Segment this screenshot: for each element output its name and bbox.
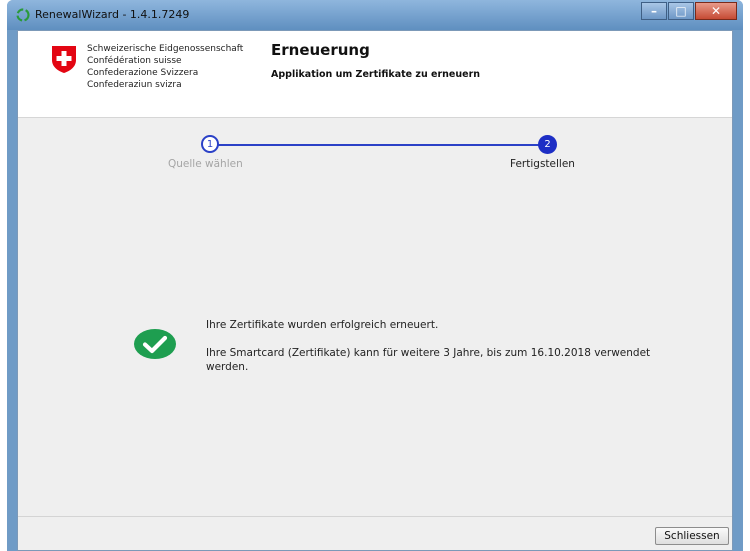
federation-name-de: Schweizerische Eidgenossenschaft: [87, 44, 244, 54]
step-2-indicator: 2: [538, 135, 557, 154]
window-title: RenewalWizard - 1.4.1.7249: [35, 8, 190, 21]
step-2-number: 2: [544, 139, 551, 150]
maximize-button[interactable]: □: [668, 2, 694, 20]
recycle-icon: [16, 8, 30, 22]
swiss-cross-icon: [52, 46, 76, 73]
wizard-header: Schweizerische Eidgenossenschaft Confédé…: [18, 31, 732, 118]
success-message: Ihre Zertifikate wurden erfolgreich erne…: [206, 319, 439, 331]
step-2-label: Fertigstellen: [510, 158, 575, 170]
validity-message: Ihre Smartcard (Zertifikate) kann für we…: [206, 347, 651, 373]
wizard-content: Schweizerische Eidgenossenschaft Confédé…: [17, 30, 733, 551]
page-title: Erneuerung: [271, 41, 370, 59]
step-1-indicator: 1: [201, 135, 219, 153]
title-bar[interactable]: RenewalWizard - 1.4.1.7249 – □ ✕: [7, 0, 743, 30]
minimize-icon: –: [651, 4, 657, 18]
step-1-label: Quelle wählen: [168, 158, 243, 170]
close-window-button[interactable]: ✕: [695, 2, 737, 20]
federation-name-fr: Confédération suisse: [87, 56, 182, 66]
window-controls: – □ ✕: [641, 2, 737, 22]
app-window: RenewalWizard - 1.4.1.7249 – □ ✕ Schweiz…: [7, 0, 743, 551]
page-subtitle: Applikation um Zertifikate zu erneuern: [271, 69, 481, 80]
federation-name-it: Confederazione Svizzera: [87, 68, 199, 78]
step-connector: [211, 144, 539, 146]
step-1-number: 1: [206, 138, 214, 150]
checkmark-icon: [134, 329, 176, 359]
close-icon: ✕: [710, 4, 722, 18]
minimize-button[interactable]: –: [641, 2, 667, 20]
schliessen-button[interactable]: Schliessen: [655, 527, 729, 545]
maximize-icon: □: [675, 4, 687, 18]
footer-divider: [18, 516, 732, 517]
federation-names: Schweizerische Eidgenossenschaft Confédé…: [87, 43, 243, 91]
federation-name-rm: Confederaziun svizra: [87, 80, 182, 90]
